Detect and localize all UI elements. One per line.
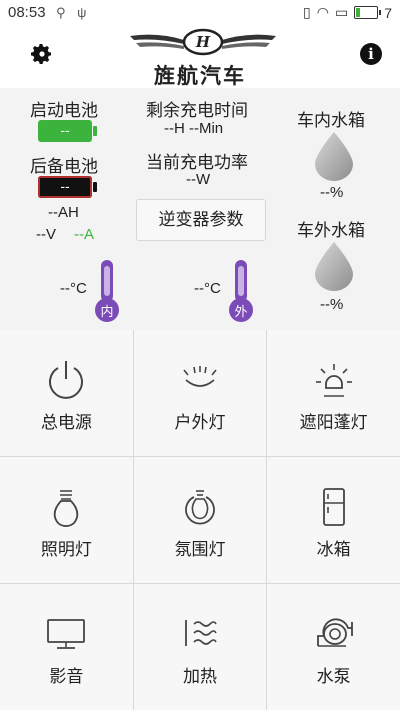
wifi-icon: ◠ bbox=[316, 4, 329, 20]
start-battery-icon: -- bbox=[38, 120, 97, 142]
water-pump-icon bbox=[316, 618, 353, 647]
outdoor-light-icon bbox=[183, 366, 217, 387]
notification-icons: ⚲ ψ bbox=[56, 5, 91, 20]
heater-icon bbox=[185, 620, 217, 646]
grid-label: 遮阳蓬灯 bbox=[299, 413, 368, 432]
chat-icon: ▭ bbox=[334, 4, 349, 20]
status-right: ▯ ◠ ▭ 7 bbox=[303, 4, 392, 21]
inner-tank-label: 车内水箱 bbox=[297, 111, 365, 130]
voltage-value: --V bbox=[36, 226, 56, 243]
grid-lighting[interactable]: 照明灯 bbox=[0, 457, 133, 583]
inverter-params-button[interactable]: 逆变器参数 bbox=[136, 199, 266, 241]
battery-percent: 7 bbox=[384, 4, 392, 21]
current-value: --A bbox=[74, 226, 94, 243]
grid-av[interactable]: 影音 bbox=[0, 584, 133, 710]
vibrate-icon: ▯ bbox=[303, 4, 311, 20]
grid-heating[interactable]: 加热 bbox=[133, 584, 267, 710]
outer-tank-value: --% bbox=[320, 296, 344, 313]
inner-temp-value: --°C bbox=[60, 280, 87, 297]
grid-label: 氛围灯 bbox=[174, 540, 226, 559]
grid-main-power[interactable]: 总电源 bbox=[0, 330, 133, 456]
grid-label: 影音 bbox=[49, 667, 84, 686]
charge-power-value: --W bbox=[186, 171, 211, 188]
status-panel: 启动电池 -- 后备电池 -- --AH --V --A 剩余充电时间 --H … bbox=[0, 88, 400, 330]
inner-water-drop-icon bbox=[315, 132, 353, 181]
monitor-icon bbox=[47, 619, 86, 649]
app-header: H 旌航汽车 i bbox=[0, 26, 400, 88]
grid-label: 照明灯 bbox=[40, 540, 92, 559]
grid-water-pump[interactable]: 水泵 bbox=[267, 584, 400, 710]
grid-outdoor-light[interactable]: 户外灯 bbox=[133, 330, 267, 456]
power-icon bbox=[49, 361, 84, 399]
control-grid: 总电源 户外灯 遮阳蓬灯 照明灯 氛围灯 冰箱 影音 加热 水泵 bbox=[0, 330, 400, 710]
awning-light-icon bbox=[315, 364, 352, 397]
grid-label: 户外灯 bbox=[174, 413, 226, 432]
ambient-light-icon bbox=[185, 490, 215, 525]
outer-water-drop-icon bbox=[315, 242, 353, 291]
grid-fridge[interactable]: 冰箱 bbox=[267, 457, 400, 583]
svg-text:H: H bbox=[195, 33, 211, 51]
grid-label: 总电源 bbox=[40, 413, 92, 432]
brand-logo: H bbox=[130, 28, 276, 56]
outer-tank-label: 车外水箱 bbox=[297, 221, 365, 240]
grid-ambient-light[interactable]: 氛围灯 bbox=[133, 457, 267, 583]
capacity-value: --AH bbox=[48, 204, 79, 221]
inner-tank-value: --% bbox=[320, 184, 344, 201]
outer-temp-value: --°C bbox=[194, 280, 221, 297]
grid-awning-light[interactable]: 遮阳蓬灯 bbox=[267, 330, 400, 456]
start-battery-label: 启动电池 bbox=[30, 101, 98, 120]
app-title: 旌航汽车 bbox=[154, 65, 246, 88]
backup-battery-icon: -- bbox=[38, 176, 97, 198]
bulb-icon bbox=[54, 490, 79, 527]
start-battery-value: -- bbox=[60, 122, 70, 138]
battery-icon bbox=[354, 6, 382, 19]
backup-battery-value: -- bbox=[60, 178, 70, 194]
status-time: 08:53 bbox=[8, 4, 46, 21]
remaining-time-label: 剩余充电时间 bbox=[146, 101, 248, 120]
remaining-time-value: --H --Min bbox=[164, 120, 224, 137]
inner-temp-tag: 内 bbox=[100, 304, 114, 319]
outer-temp-tag: 外 bbox=[234, 304, 248, 319]
grid-label: 加热 bbox=[182, 667, 217, 686]
status-bar: 08:53 ⚲ ψ ▯ ◠ ▭ 7 bbox=[0, 0, 400, 26]
backup-battery-label: 后备电池 bbox=[30, 157, 98, 176]
fridge-icon bbox=[322, 488, 345, 526]
info-icon[interactable]: i bbox=[360, 43, 382, 65]
grid-label: 水泵 bbox=[316, 667, 351, 686]
charge-power-label: 当前充电功率 bbox=[146, 153, 248, 172]
grid-label: 冰箱 bbox=[316, 540, 351, 559]
